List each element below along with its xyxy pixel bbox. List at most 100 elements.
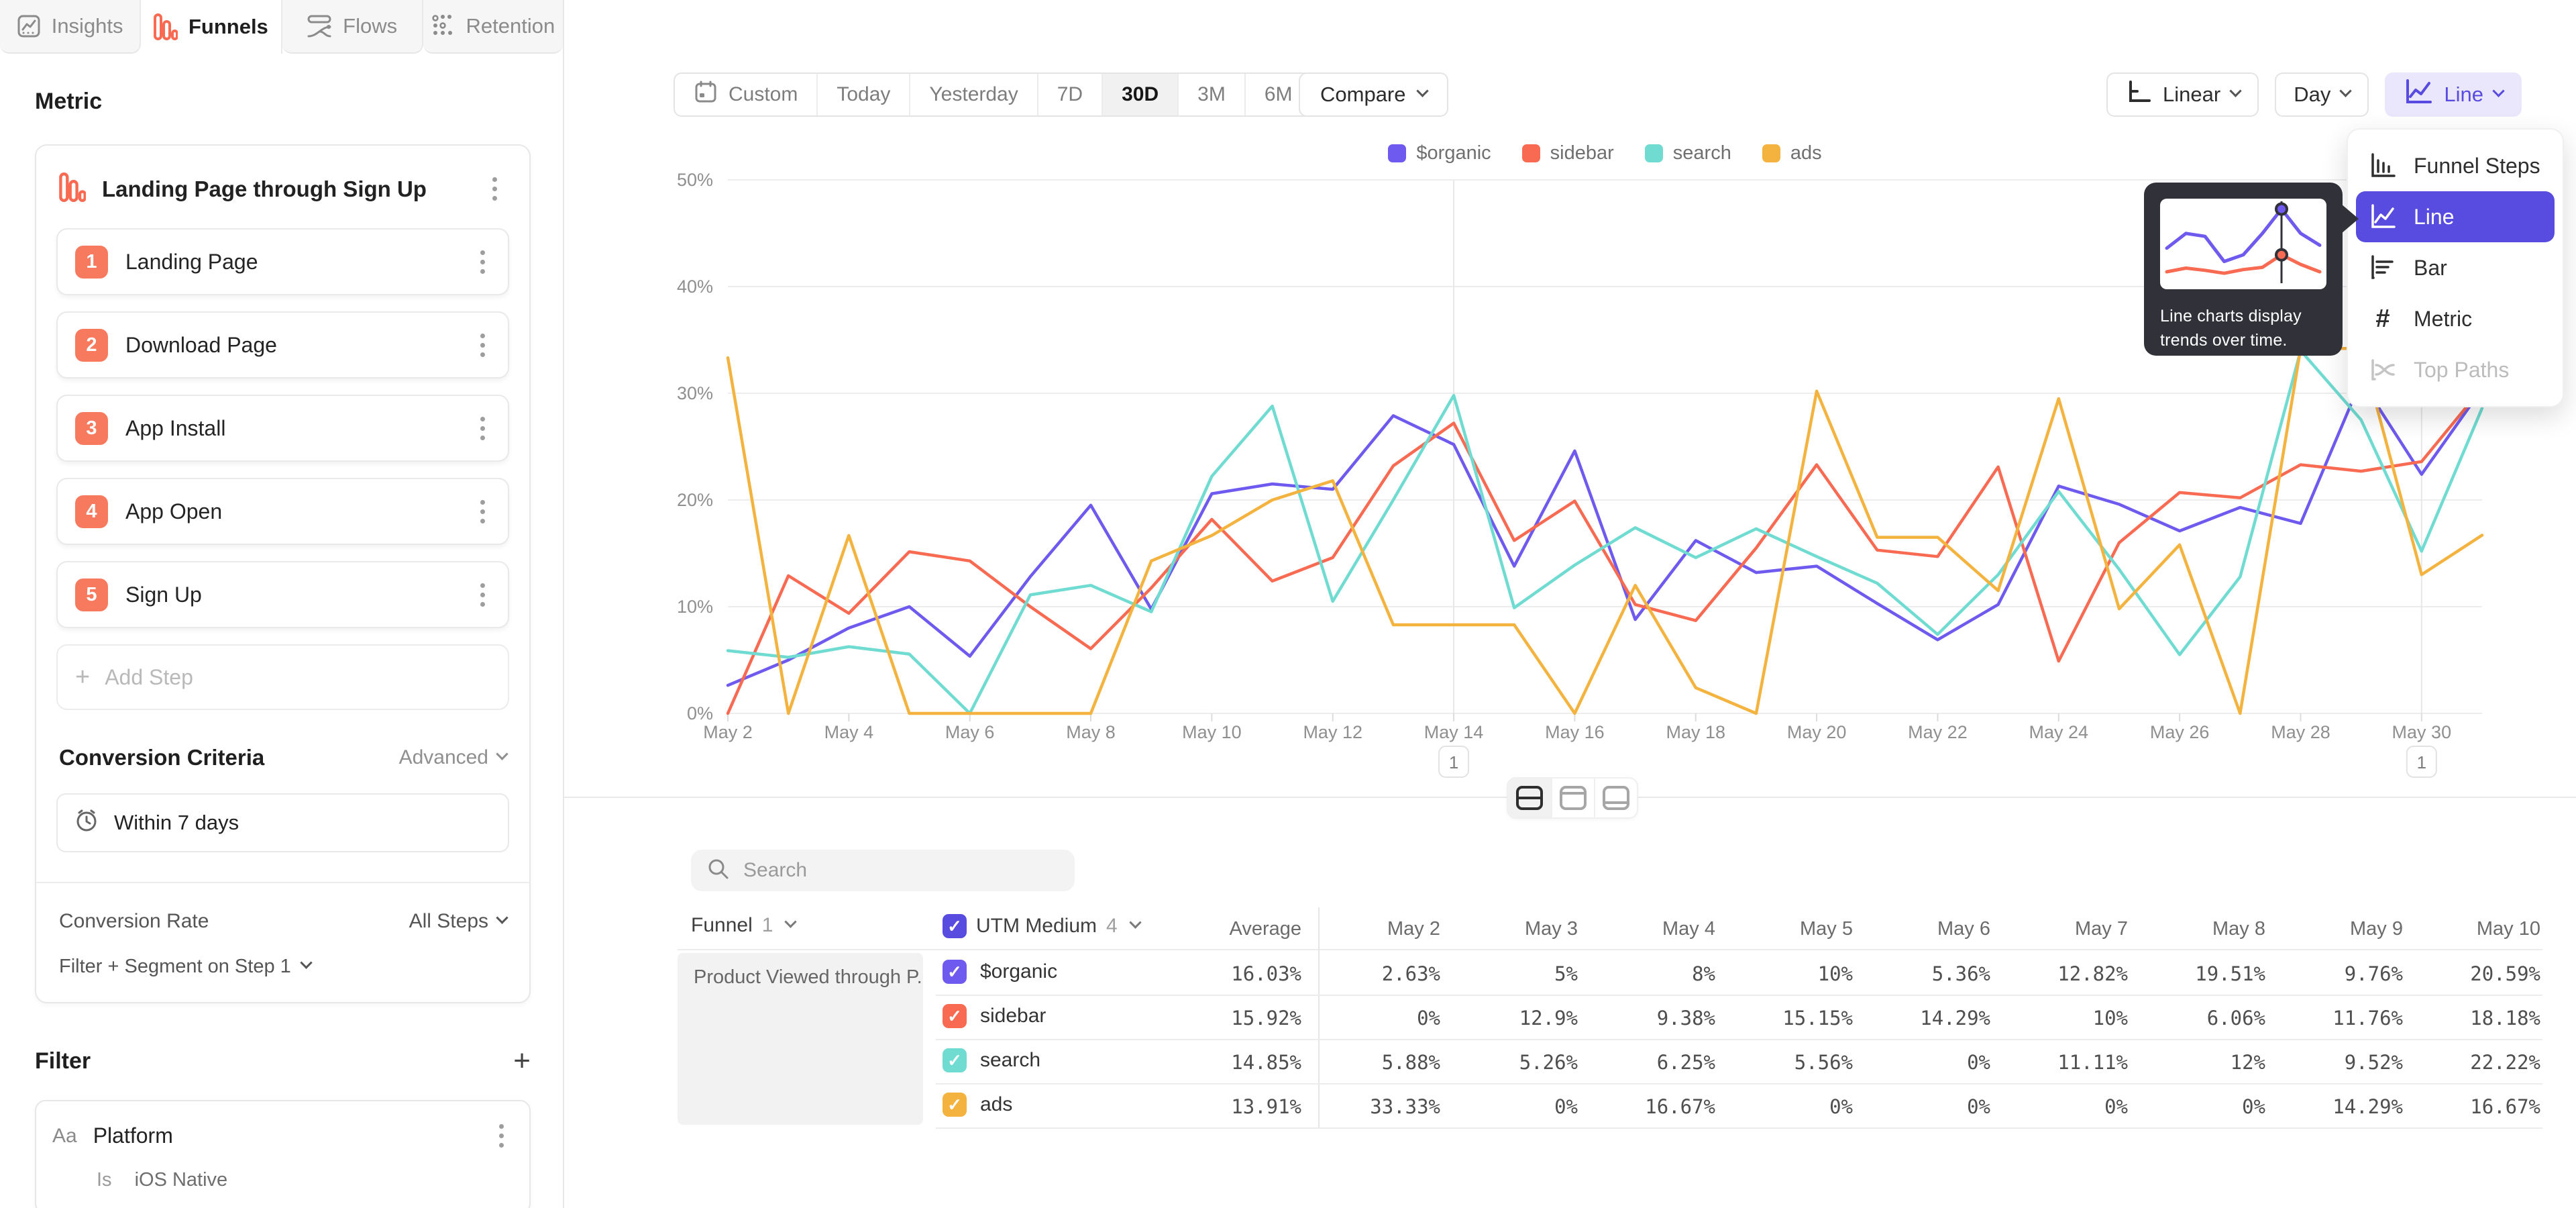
step-kebab-icon[interactable] [470,330,494,361]
step-number-badge: 5 [75,578,108,611]
table-cell-value: 6.06% [2118,1007,2265,1029]
date-column-header[interactable]: May 7 [1994,918,2128,940]
search-input[interactable] [743,859,1059,882]
retention-icon [431,14,455,38]
range-yesterday[interactable]: Yesterday [909,74,1036,115]
range-label: Today [837,83,890,106]
filter-operator[interactable]: Is [97,1169,112,1191]
menu-item-line[interactable]: Line [2356,191,2555,242]
funnel-step-row[interactable]: 5Sign Up [56,561,509,628]
table-cell-value: 20.59% [2393,962,2540,985]
funnel-step-row[interactable]: 3App Install [56,395,509,462]
funnel-column-header[interactable]: Funnel1 [691,914,795,937]
tab-flows[interactable]: Flows [282,0,423,54]
range-7d[interactable]: 7D [1037,74,1102,115]
tab-label: Funnels [189,15,268,39]
date-column-header[interactable]: May 4 [1581,918,1715,940]
layout-top-button[interactable] [1551,778,1594,817]
date-column-header[interactable]: May 9 [2269,918,2403,940]
chart-type-select[interactable]: Line [2385,72,2522,117]
range-custom[interactable]: Custom [675,74,816,115]
breakdown-column-header[interactable]: ✓UTM Medium4 [943,914,1140,938]
series-checkbox[interactable]: ✓ [943,1048,967,1072]
chevron-down-icon [1416,85,1428,97]
chevron-down-icon [496,911,508,923]
filter-section-title: Filter [35,1048,513,1074]
criteria-mode-select[interactable]: Advanced [399,746,506,769]
table-row-name[interactable]: ✓ads [943,1093,1012,1117]
conversion-window-label: Within 7 days [114,811,239,835]
conversion-window[interactable]: Within 7 days [56,793,509,852]
range-30d[interactable]: 30D [1102,74,1177,115]
conversion-rate-select[interactable]: All Steps [409,910,506,933]
date-column-header[interactable]: May 2 [1306,918,1440,940]
menu-item-metric[interactable]: #Metric [2356,293,2555,344]
date-column-header[interactable]: May 6 [1856,918,1990,940]
step-kebab-icon[interactable] [470,413,494,444]
legend-label: search [1673,142,1731,164]
add-step-button[interactable]: + Add Step [56,644,509,710]
step-kebab-icon[interactable] [470,579,494,611]
legend-item[interactable]: $organic [1388,142,1491,164]
legend-swatch [1388,144,1406,162]
funnel-step-row[interactable]: 2Download Page [56,311,509,379]
table-row-name[interactable]: ✓search [943,1048,1040,1072]
average-value: 16.03% [1154,962,1301,985]
series-checkbox[interactable]: ✓ [943,960,967,984]
legend-item[interactable]: search [1645,142,1731,164]
tab-retention[interactable]: Retention [423,0,563,54]
breakdown-checkbox[interactable]: ✓ [943,914,967,938]
range-today[interactable]: Today [816,74,909,115]
compare-button[interactable]: Compare [1299,72,1448,117]
date-column-header[interactable]: May 10 [2406,918,2540,940]
table-row-name[interactable]: ✓sidebar [943,1004,1046,1028]
tab-funnels[interactable]: Funnels [141,0,282,54]
menu-item-bar[interactable]: Bar [2356,242,2555,293]
series-checkbox[interactable]: ✓ [943,1093,967,1117]
chevron-down-icon [2340,85,2352,97]
tab-insights[interactable]: Insights [0,0,141,54]
svg-text:May 18: May 18 [1666,722,1725,742]
layout-bottom-button[interactable] [1594,778,1637,817]
filter-property[interactable]: Platform [93,1123,473,1148]
chevron-down-icon [300,956,312,968]
range-3m[interactable]: 3M [1177,74,1244,115]
conversion-rate-label: Conversion Rate [59,910,409,933]
filter-value[interactable]: iOS Native [135,1169,228,1191]
series-checkbox[interactable]: ✓ [943,1004,967,1028]
interval-select[interactable]: Day [2275,72,2369,117]
date-column-header[interactable]: May 8 [2131,918,2265,940]
add-filter-button[interactable]: + [513,1046,531,1076]
funnel-step-row[interactable]: 1Landing Page [56,228,509,295]
date-column-header[interactable]: May 3 [1444,918,1578,940]
date-column-header[interactable]: May 5 [1719,918,1853,940]
legend-swatch [1645,144,1663,162]
table-cell-value: 14.29% [2255,1095,2403,1118]
scale-select[interactable]: Linear [2106,72,2259,117]
step-kebab-icon[interactable] [470,246,494,278]
svg-text:30%: 30% [677,383,713,403]
chevron-down-icon [2229,85,2241,97]
funnel-group-cell[interactable]: Product Viewed through P... [678,953,923,1125]
table-cell-value: 5.26% [1430,1051,1578,1074]
table-cell-value: 9.52% [2255,1051,2403,1074]
filter-kebab-icon[interactable] [489,1120,513,1152]
legend-item[interactable]: sidebar [1522,142,1614,164]
average-column-header[interactable]: Average [1167,918,1301,940]
metric-header[interactable]: Landing Page through Sign Up [56,168,509,228]
svg-text:1: 1 [1449,752,1458,772]
menu-item-label: Funnel Steps [2414,154,2540,179]
filter-segment-select[interactable]: Filter + Segment on Step 1 [56,956,509,978]
funnel-step-row[interactable]: 4App Open [56,478,509,545]
table-cell-value: 19.51% [2118,962,2265,985]
table-row-name[interactable]: ✓$organic [943,960,1057,984]
chart-controls: Linear Day Line [2106,72,2522,117]
layout-split-button[interactable] [1508,778,1551,817]
metric-kebab-icon[interactable] [482,173,506,205]
table-cell-value: 10% [1705,962,1853,985]
step-kebab-icon[interactable] [470,496,494,527]
table-cell-value: 18.18% [2393,1007,2540,1029]
legend-item[interactable]: ads [1762,142,1822,164]
menu-item-funnel-steps[interactable]: Funnel Steps [2356,140,2555,191]
table-cell-value: 33.33% [1293,1095,1440,1118]
